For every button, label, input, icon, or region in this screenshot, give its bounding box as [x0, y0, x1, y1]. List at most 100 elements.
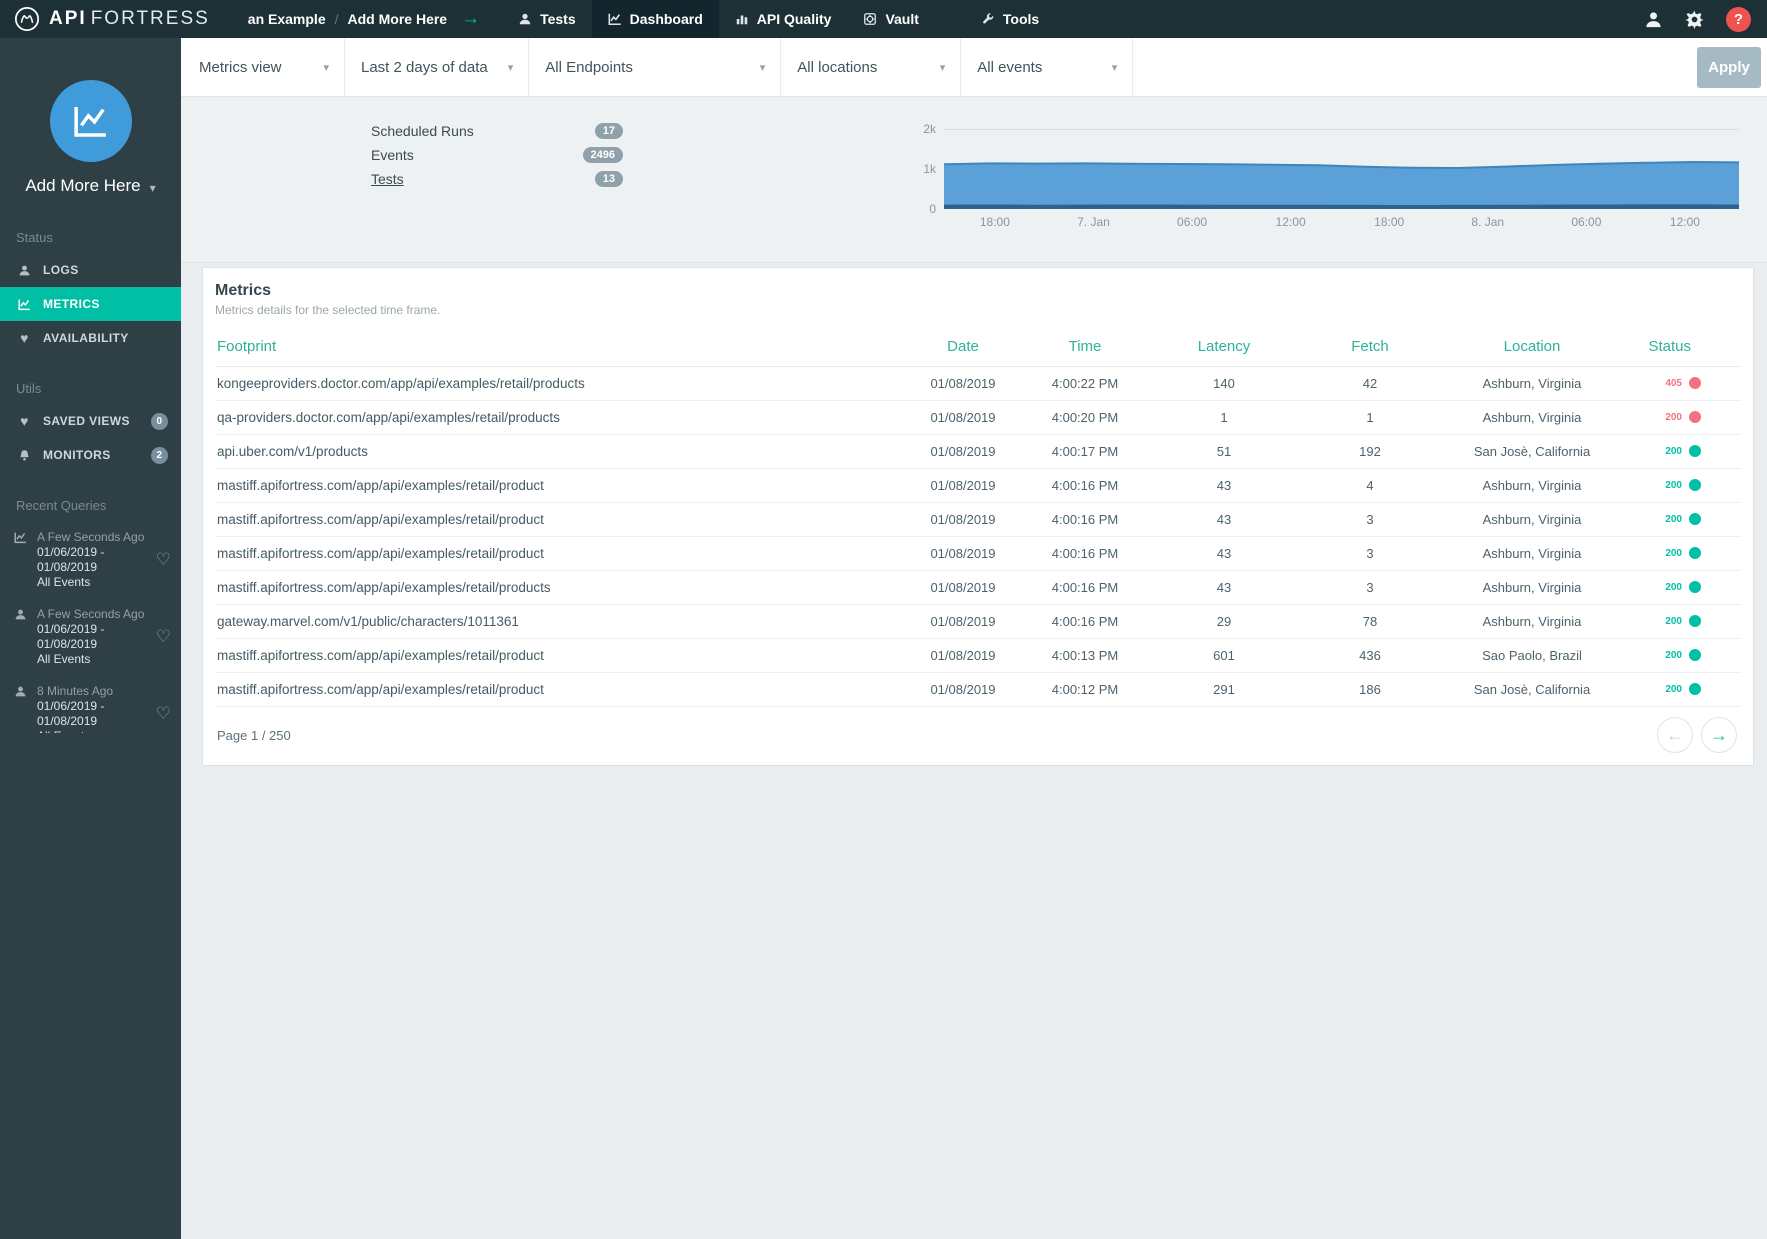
- column-header-footprint[interactable]: Footprint: [215, 329, 907, 367]
- project-avatar[interactable]: [50, 80, 132, 162]
- cell-latency: 43: [1151, 503, 1297, 537]
- cell-footprint: api.uber.com/v1/products: [215, 435, 907, 469]
- table-row[interactable]: mastiff.apifortress.com/app/api/examples…: [215, 639, 1741, 673]
- project-selector[interactable]: Add More Here ▾: [0, 176, 181, 196]
- nav-tools[interactable]: Tools: [965, 0, 1055, 38]
- monitors-count-badge: 2: [151, 447, 168, 464]
- endpoints-dropdown[interactable]: All Endpoints ▾: [545, 38, 781, 96]
- recent-query-scope: All Events: [37, 575, 148, 590]
- events-dropdown[interactable]: All events ▾: [977, 38, 1133, 96]
- recent-query-item[interactable]: A Few Seconds Ago 01/06/2019 - 01/08/201…: [0, 521, 181, 598]
- stat-label: Scheduled Runs: [371, 123, 474, 139]
- cell-status: 200: [1621, 401, 1741, 435]
- cell-latency: 291: [1151, 673, 1297, 707]
- table-row[interactable]: qa-providers.doctor.com/app/api/examples…: [215, 401, 1741, 435]
- section-status-label: Status: [0, 196, 181, 253]
- pagination: ← →: [1657, 717, 1737, 753]
- breadcrumb-current[interactable]: Add More Here: [348, 11, 448, 27]
- breadcrumb-project[interactable]: an Example: [248, 11, 326, 27]
- chart-y-axis: 2k 1k 0: [906, 129, 936, 209]
- table-row[interactable]: mastiff.apifortress.com/app/api/examples…: [215, 673, 1741, 707]
- sidebar-item-monitors[interactable]: MONITORS 2: [0, 438, 181, 472]
- cell-fetch: 4: [1297, 469, 1443, 503]
- chart-area-series: [944, 162, 1739, 209]
- column-header-date[interactable]: Date: [907, 329, 1019, 367]
- table-footer: Page 1 / 250 ← →: [215, 717, 1741, 753]
- cell-fetch: 42: [1297, 367, 1443, 401]
- apply-button[interactable]: Apply: [1697, 47, 1761, 88]
- view-dropdown[interactable]: Metrics view ▾: [199, 38, 345, 96]
- table-row[interactable]: mastiff.apifortress.com/app/api/examples…: [215, 503, 1741, 537]
- sidebar-item-availability[interactable]: ♥ AVAILABILITY: [0, 321, 181, 355]
- column-header-status[interactable]: Status: [1621, 329, 1741, 367]
- bar-chart-icon: [735, 12, 749, 26]
- events-area-chart: 2k 1k 0 18:00 7. Jan: [906, 123, 1739, 262]
- column-header-latency[interactable]: Latency: [1151, 329, 1297, 367]
- cell-status: 200: [1621, 469, 1741, 503]
- favorite-heart-icon[interactable]: ♡: [156, 550, 171, 570]
- column-header-time[interactable]: Time: [1019, 329, 1151, 367]
- cell-fetch: 186: [1297, 673, 1443, 707]
- table-row[interactable]: kongeeproviders.doctor.com/app/api/examp…: [215, 367, 1741, 401]
- account-user-icon[interactable]: [1644, 10, 1663, 29]
- metrics-panel: Metrics Metrics details for the selected…: [202, 267, 1754, 766]
- table-row[interactable]: api.uber.com/v1/products 01/08/2019 4:00…: [215, 435, 1741, 469]
- x-tick-label: 12:00: [1670, 215, 1700, 229]
- column-header-fetch[interactable]: Fetch: [1297, 329, 1443, 367]
- cell-date: 01/08/2019: [907, 537, 1019, 571]
- table-row[interactable]: gateway.marvel.com/v1/public/characters/…: [215, 605, 1741, 639]
- status-dot-icon: [1689, 479, 1701, 491]
- apifortress-brand[interactable]: API FORTRESS: [0, 0, 224, 38]
- cell-location: San Josè, California: [1443, 435, 1621, 469]
- sidebar-item-logs[interactable]: LOGS: [0, 253, 181, 287]
- nav-dashboard[interactable]: Dashboard: [592, 0, 719, 38]
- chevron-down-icon: ▾: [323, 61, 329, 74]
- previous-page-button[interactable]: ←: [1657, 717, 1693, 753]
- recent-query-item[interactable]: A Few Seconds Ago 01/06/2019 - 01/08/201…: [0, 598, 181, 675]
- recent-query-ago: 8 Minutes Ago: [37, 683, 148, 699]
- cell-fetch: 3: [1297, 503, 1443, 537]
- status-code: 200: [1665, 548, 1682, 559]
- stat-count-badge: 13: [595, 171, 623, 187]
- timeframe-dropdown[interactable]: Last 2 days of data ▾: [361, 38, 529, 96]
- table-row[interactable]: mastiff.apifortress.com/app/api/examples…: [215, 571, 1741, 605]
- table-row[interactable]: mastiff.apifortress.com/app/api/examples…: [215, 537, 1741, 571]
- project-selector-label: Add More Here: [25, 176, 140, 196]
- saved-views-count-badge: 0: [151, 413, 168, 430]
- table-row[interactable]: mastiff.apifortress.com/app/api/examples…: [215, 469, 1741, 503]
- goto-project-arrow-icon[interactable]: →: [461, 8, 480, 30]
- help-icon[interactable]: ?: [1726, 7, 1751, 32]
- cell-time: 4:00:20 PM: [1019, 401, 1151, 435]
- wrench-icon: [981, 12, 995, 26]
- cell-latency: 1: [1151, 401, 1297, 435]
- nav-vault[interactable]: Vault: [847, 0, 934, 38]
- recent-query-text: A Few Seconds Ago 01/06/2019 - 01/08/201…: [37, 606, 148, 667]
- sidebar-item-saved-views[interactable]: ♥ SAVED VIEWS 0: [0, 404, 181, 438]
- cell-latency: 29: [1151, 605, 1297, 639]
- cell-footprint: kongeeproviders.doctor.com/app/api/examp…: [215, 367, 907, 401]
- brand-fortress-text: FORTRESS: [91, 8, 210, 30]
- stat-tests-link[interactable]: Tests: [371, 171, 404, 187]
- nav-tests[interactable]: Tests: [502, 0, 592, 38]
- recent-query-item[interactable]: 8 Minutes Ago 01/06/2019 - 01/08/2019 Al…: [0, 675, 181, 733]
- user-icon: [14, 685, 29, 733]
- recent-query-text: A Few Seconds Ago 01/06/2019 - 01/08/201…: [37, 529, 148, 590]
- cell-date: 01/08/2019: [907, 401, 1019, 435]
- cell-date: 01/08/2019: [907, 469, 1019, 503]
- y-tick-label: 1k: [923, 162, 936, 176]
- section-utils-label: Utils: [0, 355, 181, 404]
- recent-query-range: 01/06/2019 - 01/08/2019: [37, 622, 148, 652]
- column-header-location[interactable]: Location: [1443, 329, 1621, 367]
- sidebar-item-metrics[interactable]: METRICS: [0, 287, 181, 321]
- sidebar: Add More Here ▾ Status LOGS METRICS ♥ AV…: [0, 38, 181, 1239]
- settings-gear-icon[interactable]: [1685, 10, 1704, 29]
- cell-fetch: 78: [1297, 605, 1443, 639]
- cell-latency: 601: [1151, 639, 1297, 673]
- favorite-heart-icon[interactable]: ♡: [156, 704, 171, 724]
- favorite-heart-icon[interactable]: ♡: [156, 627, 171, 647]
- cell-footprint: qa-providers.doctor.com/app/api/examples…: [215, 401, 907, 435]
- cell-fetch: 3: [1297, 537, 1443, 571]
- nav-api-quality[interactable]: API Quality: [719, 0, 848, 38]
- next-page-button[interactable]: →: [1701, 717, 1737, 753]
- locations-dropdown[interactable]: All locations ▾: [797, 38, 961, 96]
